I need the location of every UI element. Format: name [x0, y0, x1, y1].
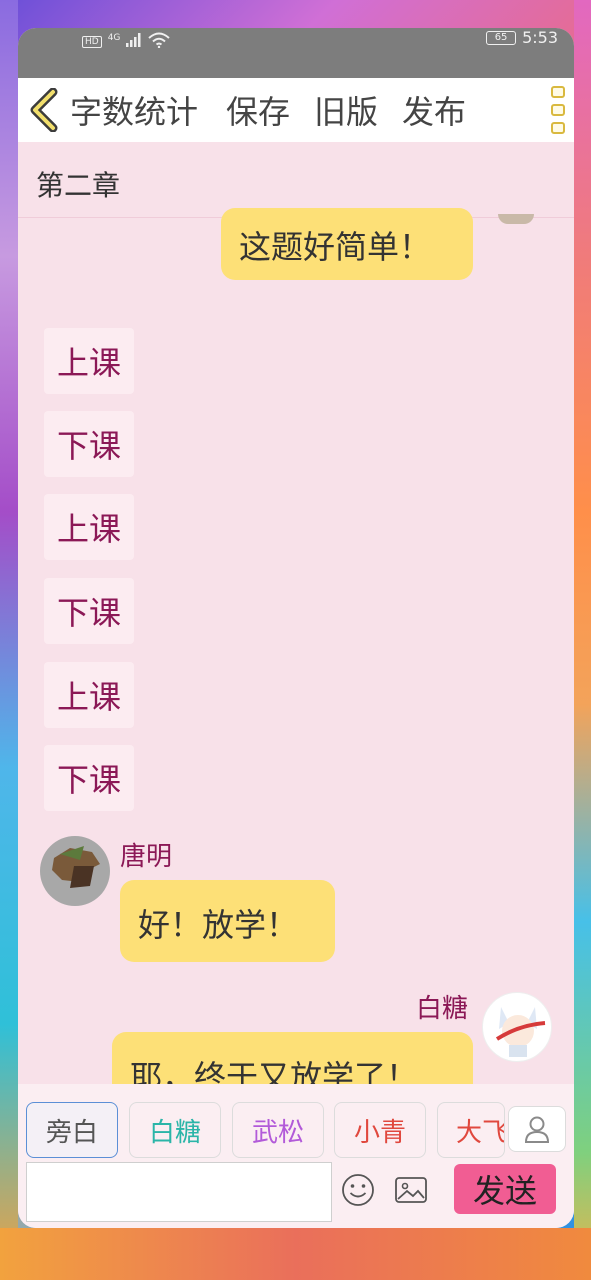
avatar-tangming[interactable]	[40, 836, 110, 906]
old-version-button[interactable]: 旧版	[314, 87, 378, 133]
narration-chip[interactable]: 上课	[44, 328, 134, 394]
narration-chip[interactable]: 下课	[44, 745, 134, 811]
speaker-name: 白糖	[416, 994, 469, 1024]
chevron-left-icon	[30, 88, 58, 132]
network-type: 4G	[107, 32, 121, 43]
wallpaper-bottom	[0, 1228, 591, 1280]
clock: 5:53	[522, 28, 558, 47]
character-label: 小青	[353, 1117, 406, 1148]
message-bubble-left[interactable]: 好！放学！	[120, 880, 335, 962]
save-button[interactable]: 保存	[226, 87, 290, 133]
menu-dot-icon	[551, 122, 565, 134]
character-tab-dafei[interactable]: 大飞	[437, 1102, 505, 1158]
publish-button[interactable]: 发布	[402, 87, 466, 133]
emoji-button[interactable]	[340, 1172, 376, 1208]
person-icon	[524, 1116, 550, 1143]
wifi-icon	[148, 32, 171, 51]
narration-chip[interactable]: 下课	[44, 411, 134, 477]
status-bar: HD 4G 65 5:53	[18, 28, 574, 78]
app-window: HD 4G 65 5:53 字数统计 保存 旧版 发布 第二章 这题好简单！ 上…	[18, 28, 574, 1228]
character-tab-baitang[interactable]: 白糖	[129, 1102, 221, 1158]
wallpaper-left	[0, 0, 18, 1280]
character-label: 大飞	[456, 1117, 505, 1148]
character-tab-wusong[interactable]: 武松	[232, 1102, 324, 1158]
character-label: 武松	[251, 1117, 304, 1148]
speaker-name: 唐明	[120, 842, 173, 872]
word-count-button[interactable]: 字数统计	[70, 87, 198, 133]
chapter-title[interactable]: 第二章	[36, 164, 120, 204]
wallpaper-right	[574, 0, 591, 1280]
send-button[interactable]: 发送	[454, 1164, 556, 1214]
composer: 旁白 白糖 武松 小青 大飞 发送	[18, 1084, 574, 1228]
menu-dot-icon	[551, 86, 565, 98]
character-label: 白糖	[148, 1117, 201, 1148]
avatar-baitang[interactable]	[482, 992, 552, 1062]
back-button[interactable]	[18, 78, 70, 142]
image-icon	[395, 1177, 427, 1203]
chat-list[interactable]: 这题好简单！ 上课 下课 上课 下课 上课 下课 唐明 好！放学！ 白糖 耶，终…	[18, 208, 574, 1114]
character-manage-button[interactable]	[508, 1106, 566, 1152]
character-tab-xiaoqing[interactable]: 小青	[334, 1102, 426, 1158]
editor-toolbar: 字数统计 保存 旧版 发布	[18, 78, 574, 142]
message-text: 好！放学！	[138, 906, 299, 944]
message-text: 这题好简单！	[239, 228, 432, 266]
message-input[interactable]	[26, 1162, 332, 1222]
image-button[interactable]	[393, 1172, 429, 1208]
menu-dot-icon	[551, 104, 565, 116]
character-tab-narrator[interactable]: 旁白	[26, 1102, 118, 1158]
hd-indicator: HD	[82, 35, 102, 48]
message-bubble-right[interactable]: 这题好简单！	[221, 208, 473, 280]
more-menu-button[interactable]	[548, 86, 568, 134]
narration-chip[interactable]: 下课	[44, 578, 134, 644]
battery-icon: 65	[486, 30, 517, 45]
narration-chip[interactable]: 上课	[44, 662, 134, 728]
character-label: 旁白	[45, 1117, 98, 1148]
signal-icon	[126, 33, 142, 50]
narration-chip[interactable]: 上课	[44, 494, 134, 560]
status-left: HD 4G	[82, 32, 171, 51]
avatar-partial	[498, 214, 534, 224]
status-right: 65 5:53	[486, 28, 558, 47]
chapter-header: 第二章	[18, 142, 574, 218]
smiley-icon	[342, 1174, 374, 1206]
